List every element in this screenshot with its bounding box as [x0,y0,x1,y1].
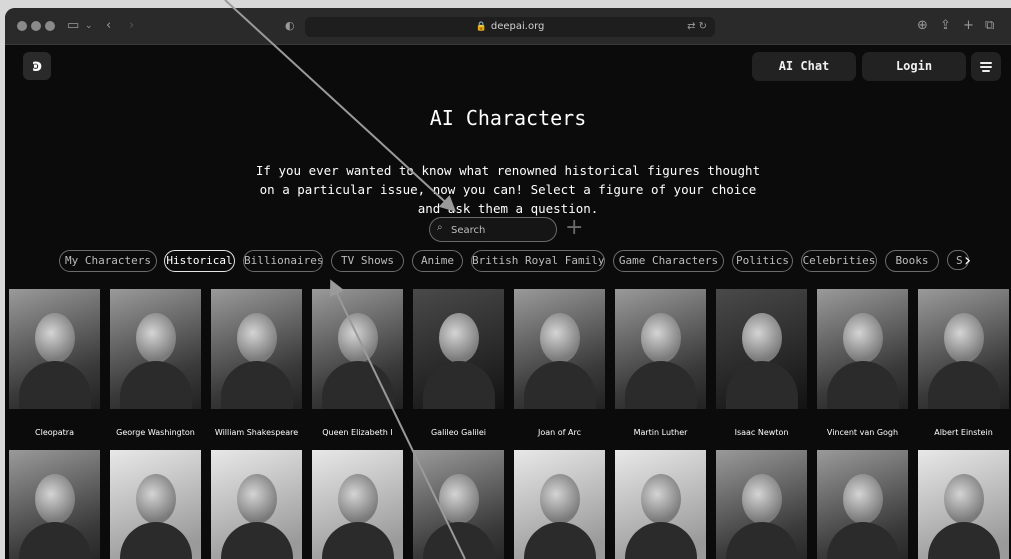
annotation-arrows [224,0,466,559]
annotation-arrow-historical [330,279,466,559]
annotation-arrow-search [224,0,456,212]
